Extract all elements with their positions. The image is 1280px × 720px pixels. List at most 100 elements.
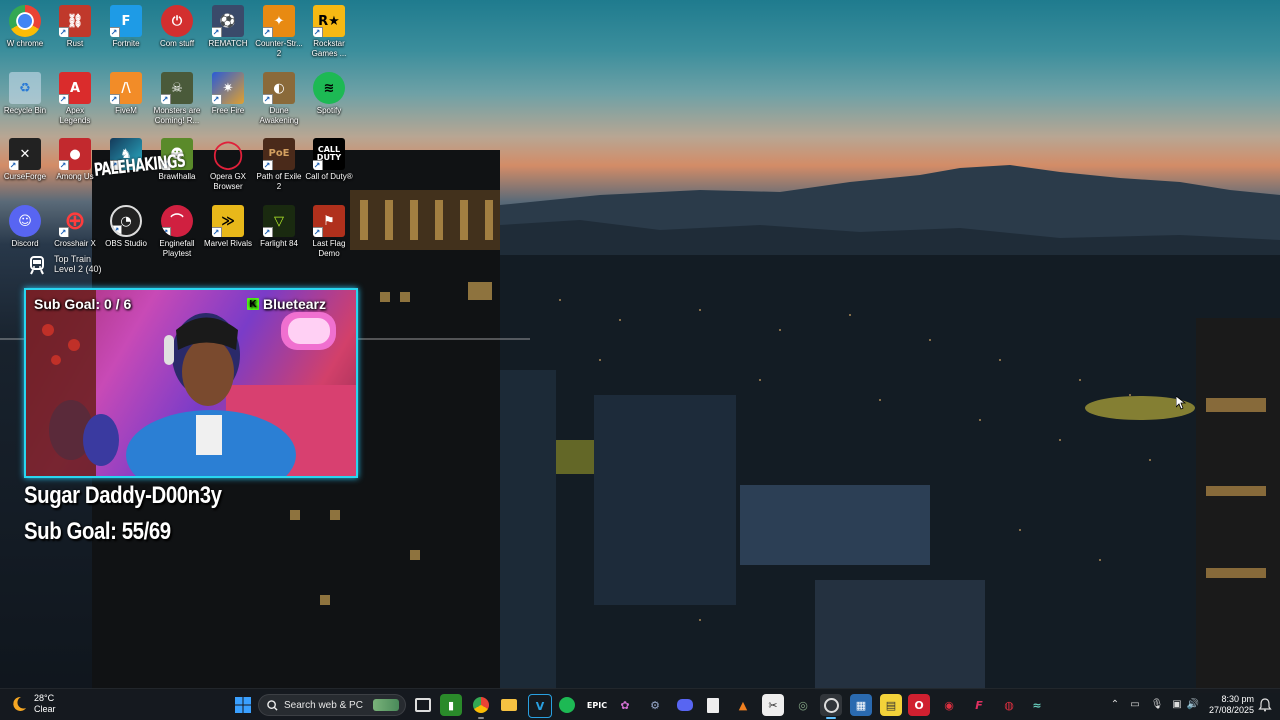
overlay-latest-sub: Sugar Daddy-D00n3y <box>24 482 222 509</box>
rust-icon: ⛓ ↗ <box>59 5 91 37</box>
taskbar-app-discord[interactable] <box>674 694 696 716</box>
desktop-icon-spotify[interactable]: ≋ Spotify <box>304 72 354 116</box>
icon-label: Enginefall Playtest <box>159 239 195 258</box>
desktop-icon-recycle-bin[interactable]: ♻ Recycle Bin <box>0 72 50 116</box>
crosshair-icon: ⊕ ↗ <box>59 205 91 237</box>
webcam-overlay: Sub Goal: 0 / 6 K Bluetearz <box>24 288 358 478</box>
desktop-icon-chrome[interactable]: W chrome <box>0 5 50 49</box>
icon-label: FiveM <box>115 106 137 115</box>
top-train-widget[interactable]: Top Train Level 2 (40) <box>26 254 102 276</box>
webcam-feed <box>26 290 356 476</box>
desktop-icon-com-stuff[interactable]: ⏻ Com stuff <box>152 5 202 49</box>
vscode-icon: V <box>535 699 545 713</box>
icon-label: REMATCH <box>208 39 248 48</box>
desktop-icon-apex[interactable]: A ↗ Apex Legends <box>50 72 100 126</box>
desktop-icon-rust[interactable]: ⛓ ↗ Rust <box>50 5 100 49</box>
desktop-icon-monsters[interactable]: ☠ ↗ Monsters are Coming! R... <box>152 72 202 126</box>
taskbar-app-xbox[interactable]: ▮ <box>440 694 462 716</box>
taskbar-app-globe[interactable]: ◎ <box>792 694 814 716</box>
desktop-icon-enginefall[interactable]: ⌒ ↗ Enginefall Playtest <box>152 205 202 259</box>
taskbar-app-f[interactable]: F <box>968 694 990 716</box>
taskbar: 28°C Clear Search web & PC ▮ V EPIC ✿ ⚙ … <box>0 688 1280 720</box>
desktop-icon-marvel-rivals[interactable]: ≫ ↗ Marvel Rivals <box>203 205 253 249</box>
rockstar-icon: R★ ↗ <box>313 5 345 37</box>
volume-icon[interactable]: 🔊 <box>1186 698 1200 712</box>
taskbar-app-vlc[interactable]: ▲ <box>732 694 754 716</box>
windows-icon <box>235 697 251 713</box>
moon-icon <box>13 696 26 711</box>
task-view-icon <box>415 698 431 712</box>
tray-overflow-chevron-icon[interactable]: ⌃ <box>1108 698 1122 712</box>
desktop-icon-last-flag[interactable]: ⚑ ↗ Last Flag Demo <box>304 205 354 259</box>
icon-label: Spotify <box>316 106 342 115</box>
taskbar-app-photos[interactable]: ▦ <box>850 694 872 716</box>
icon-label: Crosshair X <box>54 239 96 248</box>
last-flag-icon: ⚑ ↗ <box>313 205 345 237</box>
task-view-button[interactable] <box>412 694 434 716</box>
marvel-rivals-icon: ≫ ↗ <box>212 205 244 237</box>
monsters-icon: ☠ ↗ <box>161 72 193 104</box>
taskbar-app-red-one[interactable]: ◉ <box>938 694 960 716</box>
app-red-icon: ◍ <box>1004 698 1014 712</box>
weather-temp: 28°C <box>34 693 55 703</box>
weather-desc: Clear <box>34 704 56 714</box>
icon-label: Opera GX Browser <box>209 172 246 191</box>
taskbar-app-widget[interactable]: ✿ <box>614 694 636 716</box>
taskbar-clock[interactable]: 8:30 pm 27/08/2025 <box>1204 694 1254 716</box>
icon-label: Free Fire <box>211 106 245 115</box>
desktop-icon-dune[interactable]: ◐ ↗ Dune Awakening <box>254 72 304 126</box>
tray-app-icon[interactable]: ▭ <box>1128 698 1142 712</box>
counter-strike-icon: ✦ ↗ <box>263 5 295 37</box>
desktop-icon-free-fire[interactable]: ✷ ↗ Free Fire <box>203 72 253 116</box>
taskbar-app-capcut[interactable]: ✂ <box>762 694 784 716</box>
icon-label: Call of Duty® <box>305 172 353 181</box>
icon-label: W chrome <box>6 39 44 48</box>
sticky-note-icon: ▤ <box>885 698 897 712</box>
taskbar-app-notes[interactable] <box>702 694 724 716</box>
start-button[interactable] <box>232 694 254 716</box>
icon-label: Fortnite <box>112 39 140 48</box>
network-icon[interactable]: ▣ <box>1170 698 1184 712</box>
taskbar-app-obs[interactable] <box>820 694 842 719</box>
chrome-icon <box>9 5 41 37</box>
opera-icon: O <box>914 698 924 712</box>
microphone-icon[interactable]: 🎙 <box>1150 698 1164 712</box>
clock-date: 27/08/2025 <box>1208 705 1254 715</box>
taskbar-app-extra[interactable]: ≈ <box>1026 694 1048 716</box>
desktop-icon-discord[interactable]: ☺ Discord <box>0 205 50 249</box>
icon-label: Com stuff <box>159 39 195 48</box>
rematch-icon: ⚽ ↗ <box>212 5 244 37</box>
power-icon: ⏻ <box>161 5 193 37</box>
desktop-icon-farlight[interactable]: ▽ ↗ Farlight 84 <box>254 205 304 249</box>
taskbar-app-red-two[interactable]: ◍ <box>998 694 1020 716</box>
taskbar-app-opera[interactable]: O <box>908 694 930 716</box>
weather-widget[interactable]: 28°C Clear <box>10 693 56 715</box>
notification-bell-icon[interactable] <box>1258 698 1272 712</box>
top-train-level: Level 2 (40) <box>54 264 102 274</box>
spotify-icon: ≋ <box>313 72 345 104</box>
call-of-duty-icon: CALL DUTY ↗ <box>313 138 345 170</box>
desktop-icon-crosshair[interactable]: ⊕ ↗ Crosshair X <box>50 205 100 249</box>
icon-label: CurseForge <box>3 172 47 181</box>
taskbar-app-steam[interactable]: ⚙ <box>644 694 666 716</box>
taskbar-app-chrome[interactable] <box>470 694 492 719</box>
taskbar-app-spotify[interactable] <box>556 694 578 716</box>
desktop-icon-rockstar[interactable]: R★ ↗ Rockstar Games ... <box>304 5 354 59</box>
desktop-icon-call-of-duty[interactable]: CALL DUTY ↗ Call of Duty® <box>304 138 354 182</box>
desktop-icon-curseforge[interactable]: ✕ ↗ CurseForge <box>0 138 50 182</box>
taskbar-app-file-explorer[interactable] <box>498 694 520 716</box>
desktop-icon-fortnite[interactable]: F ↗ Fortnite <box>101 5 151 49</box>
taskbar-app-sticky-notes[interactable]: ▤ <box>880 694 902 716</box>
desktop-icon-rematch[interactable]: ⚽ ↗ REMATCH <box>203 5 253 49</box>
notes-icon <box>707 697 719 713</box>
desktop-icon-obs[interactable]: ◔ ↗ OBS Studio <box>101 205 151 249</box>
desktop-icon-fivem[interactable]: /\ ↗ FiveM <box>101 72 151 116</box>
desktop-icon-counter-strike[interactable]: ✦ ↗ Counter-Str... 2 <box>254 5 304 59</box>
taskbar-app-epic[interactable]: EPIC <box>586 694 608 716</box>
desktop-icon-opera-gx[interactable]: ◯ Opera GX Browser <box>203 138 253 192</box>
taskbar-search-box[interactable]: Search web & PC <box>258 694 406 716</box>
kick-icon: K <box>246 298 259 310</box>
taskbar-app-vscode[interactable]: V <box>528 694 552 718</box>
app-red-icon: ◉ <box>944 698 954 712</box>
desktop-icon-path-of-exile[interactable]: PoE ↗ Path of Exile 2 <box>254 138 304 192</box>
